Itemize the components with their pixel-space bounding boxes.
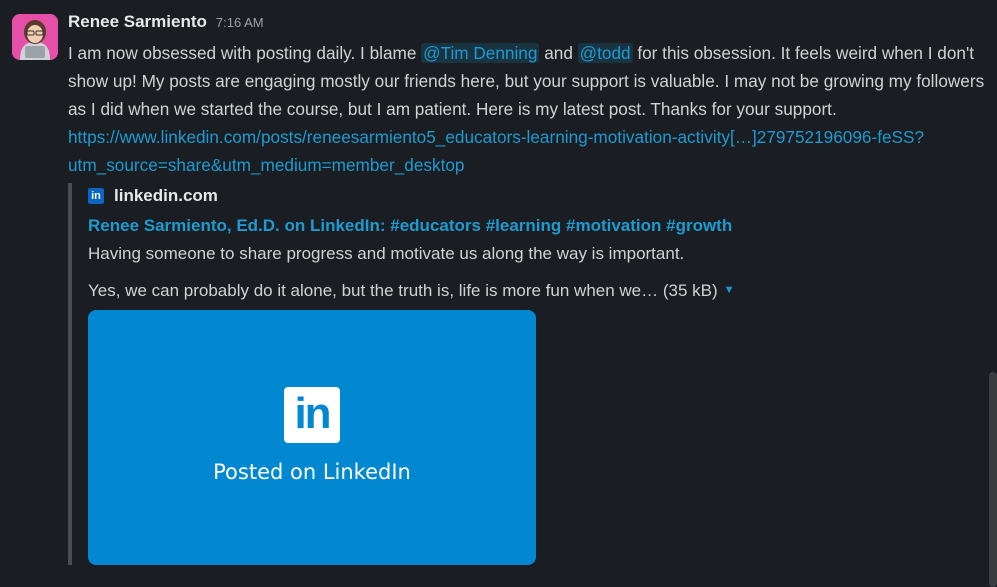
preview-caption: Posted on LinkedIn [213, 460, 411, 484]
avatar-image [12, 14, 58, 60]
author-name[interactable]: Renee Sarmiento [68, 12, 207, 32]
message-header: Renee Sarmiento 7:16 AM [68, 12, 988, 38]
avatar[interactable] [12, 14, 58, 60]
unfurl-description: Having someone to share progress and mot… [88, 244, 685, 263]
message-text: and [539, 43, 578, 63]
mention-tim-denning[interactable]: @Tim Denning [421, 43, 540, 63]
message-text: I am now obsessed with posting daily. I … [68, 43, 422, 63]
linkedin-logo-icon: in [284, 387, 340, 443]
unfurl-description-more: Yes, we can probably do it alone, but th… [88, 277, 968, 304]
message: Renee Sarmiento 7:16 AM I am now obsesse… [68, 12, 988, 179]
message-link[interactable]: https://www.linkedin.com/posts/reneesarm… [68, 127, 924, 175]
message-body: I am now obsessed with posting daily. I … [68, 39, 988, 179]
linkedin-logo-text: in [294, 389, 331, 438]
unfurl-description-text: Yes, we can probably do it alone, but th… [88, 281, 718, 300]
timestamp[interactable]: 7:16 AM [216, 15, 264, 30]
scrollbar[interactable] [989, 372, 997, 587]
unfurl-site-name: linkedin.com [114, 186, 218, 205]
unfurl-title-link[interactable]: Renee Sarmiento, Ed.D. on LinkedIn: #edu… [88, 212, 968, 239]
unfurl-site: in linkedin.com [88, 183, 968, 209]
collapse-toggle-icon[interactable]: ▼ [724, 277, 735, 304]
mention-todd[interactable]: @todd [577, 43, 633, 63]
unfurl-preview-image[interactable]: in Posted on LinkedIn [88, 310, 536, 565]
linkedin-icon: in [88, 188, 104, 204]
link-unfurl: in linkedin.com Renee Sarmiento, Ed.D. o… [68, 183, 968, 565]
